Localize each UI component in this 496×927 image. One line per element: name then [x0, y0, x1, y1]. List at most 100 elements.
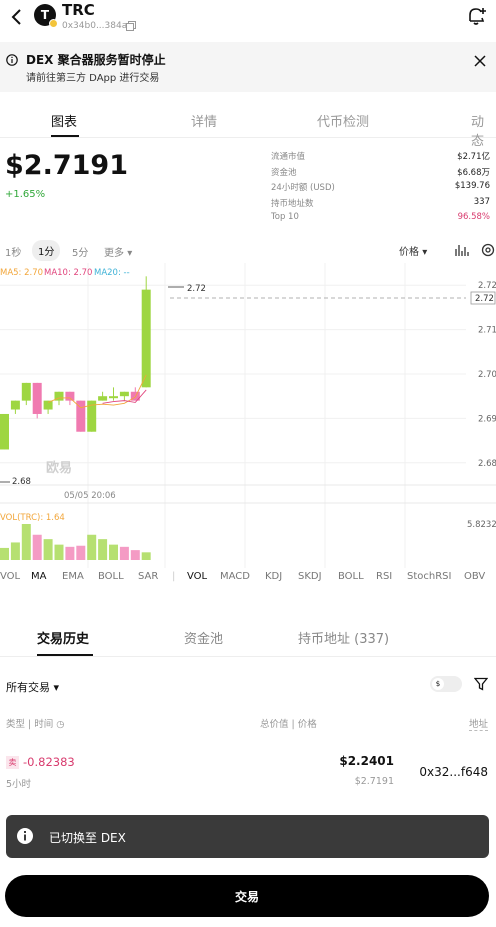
volume-bar	[141, 552, 151, 560]
token-logo-letter: T	[40, 8, 50, 22]
info-icon	[6, 54, 18, 66]
trade-value: $2.2401	[339, 754, 394, 768]
trade-filter-dropdown[interactable]: 所有交易 ▾	[6, 679, 59, 695]
trade-columns-header: 类型 | 时间 ◷ 总价值 | 价格 地址	[0, 716, 496, 731]
indicator-icon[interactable]	[455, 243, 469, 257]
tab-details[interactable]: 详情	[191, 111, 217, 130]
notice-subtitle: 请前往第三方 DApp 进行交易	[26, 73, 160, 84]
volume-bar	[130, 550, 140, 560]
chart-grid	[0, 263, 496, 568]
candle-body	[10, 400, 20, 410]
history-tab-underline	[37, 654, 93, 656]
candle-body	[32, 382, 42, 414]
tab-chart[interactable]: 图表	[51, 111, 77, 130]
interval-5m[interactable]: 5分	[72, 244, 88, 259]
indicator-main-sar[interactable]: SAR	[138, 571, 158, 582]
indicator-sub-kdj[interactable]: KDJ	[265, 571, 282, 582]
volume-bar	[98, 539, 108, 560]
y-axis-ticks: 2.72 2.71 2.70 2.69 2.68	[478, 281, 496, 469]
stat-label: Top 10	[271, 212, 299, 223]
volume-bars	[0, 524, 151, 560]
price-menu[interactable]: 价格 ▾	[399, 243, 427, 258]
trade-price: $2.7191	[354, 776, 394, 787]
caret-down-icon: ▾	[127, 248, 133, 259]
stat-value: $139.76	[454, 181, 490, 192]
volume-axis-label: 5.8232	[467, 520, 496, 530]
close-icon[interactable]	[474, 55, 486, 67]
candle-body	[0, 413, 9, 450]
volume-bar	[10, 542, 20, 560]
tab-token-check[interactable]: 代币检测	[317, 111, 369, 130]
currency-toggle[interactable]: $	[430, 676, 462, 692]
filter-funnel-icon[interactable]	[474, 677, 488, 691]
col-type-time-label: 类型 | 时间	[6, 719, 54, 730]
volume-bar	[21, 524, 31, 560]
price-change: +1.65%	[5, 189, 46, 200]
volume-label: VOL(TRC): 1.64	[0, 513, 65, 523]
stat-value: 337	[473, 196, 490, 207]
interval-1m[interactable]: 1分	[32, 240, 61, 261]
volume-bar	[0, 547, 9, 560]
col-address[interactable]: 地址	[468, 716, 488, 731]
candle-body	[109, 396, 118, 399]
token-stats: 流通市值 $2.71亿 资金池 $6.68万 24小时额 (USD) $139.76 …	[271, 150, 490, 228]
candle-body	[119, 391, 129, 397]
y-tick-label: 2.68	[478, 459, 496, 469]
stat-label: 流通市值	[271, 152, 306, 162]
indicator-sub-rsi[interactable]: RSI	[376, 571, 392, 582]
indicator-sub-vol[interactable]: VOL	[187, 571, 207, 582]
stat-row: 流通市值 $2.71亿	[271, 150, 490, 166]
trade-time: 5小时	[6, 779, 32, 790]
y-tick-label: 2.69	[478, 414, 496, 424]
token-logo: T	[34, 4, 58, 28]
stat-row: 持币地址数 337	[271, 197, 490, 213]
trade-address[interactable]: 0x32...f648	[419, 765, 488, 779]
tab-pool[interactable]: 资金池	[184, 628, 223, 647]
price-alert-bell-icon[interactable]	[466, 5, 488, 27]
tab-holders[interactable]: 持币地址 (337)	[298, 628, 389, 647]
indicator-main-vol[interactable]: VOL	[0, 571, 20, 582]
current-price-tag: 2.72	[475, 294, 494, 304]
watermark: 欧易	[46, 460, 72, 476]
trade-row[interactable]: 卖 -0.82383 5小时 $2.2401 $2.7191 0x32...f6…	[0, 750, 496, 794]
toast-message: 已切换至 DEX	[6, 815, 489, 858]
ma-lines	[47, 374, 147, 409]
low-label: 2.68	[12, 477, 31, 487]
indicator-sub-obv[interactable]: OBV	[464, 571, 485, 582]
tab-activity[interactable]: 动态	[471, 111, 496, 149]
settings-gear-icon[interactable]	[481, 243, 495, 257]
indicator-divider: |	[172, 571, 176, 582]
volume-bar	[109, 544, 118, 560]
indicator-main-boll[interactable]: BOLL	[98, 571, 124, 582]
volume-bar	[87, 534, 97, 560]
tab-underline	[51, 135, 79, 137]
candle-body	[65, 391, 75, 401]
volume-bar	[43, 539, 53, 560]
indicator-sub-stochrsi[interactable]: StochRSI	[407, 571, 451, 582]
stat-label: 资金池	[271, 167, 297, 178]
interval-more[interactable]: 更多 ▾	[104, 244, 132, 259]
stat-value: $6.68万	[457, 167, 490, 178]
indicator-selector: VOL MA EMA BOLL SAR | VOL MACD KDJ SKDJ …	[0, 569, 496, 587]
toast-text: 已切换至 DEX	[49, 831, 126, 845]
back-arrow-icon[interactable]	[8, 6, 26, 28]
candlestick-chart[interactable]: MA5: 2.70 MA10: 2.70 MA20: -- 2.72 2.71 2.…	[0, 263, 496, 588]
indicator-main-ema[interactable]: EMA	[62, 571, 84, 582]
clock-icon: ◷	[56, 719, 65, 730]
indicator-main-ma[interactable]: MA	[31, 571, 46, 582]
tab-trade-history[interactable]: 交易历史	[37, 628, 89, 647]
copy-icon[interactable]	[126, 21, 136, 31]
ma5-label: MA5: 2.70	[0, 268, 43, 278]
candle-body	[141, 289, 151, 388]
indicator-sub-skdj[interactable]: SKDJ	[298, 571, 322, 582]
price-menu-label: 价格	[399, 247, 419, 258]
trade-button[interactable]: 交易	[5, 875, 489, 917]
interval-1s[interactable]: 1秒	[5, 244, 21, 259]
filter-tools: $	[430, 676, 488, 692]
volume-bar	[32, 534, 42, 560]
caret-down-icon: ▾	[422, 247, 428, 258]
indicator-sub-macd[interactable]: MACD	[220, 571, 250, 582]
notice-title: DEX 聚合器服务暂时停止	[26, 53, 166, 67]
caret-down-icon: ▾	[53, 681, 60, 694]
indicator-sub-boll[interactable]: BOLL	[338, 571, 364, 582]
